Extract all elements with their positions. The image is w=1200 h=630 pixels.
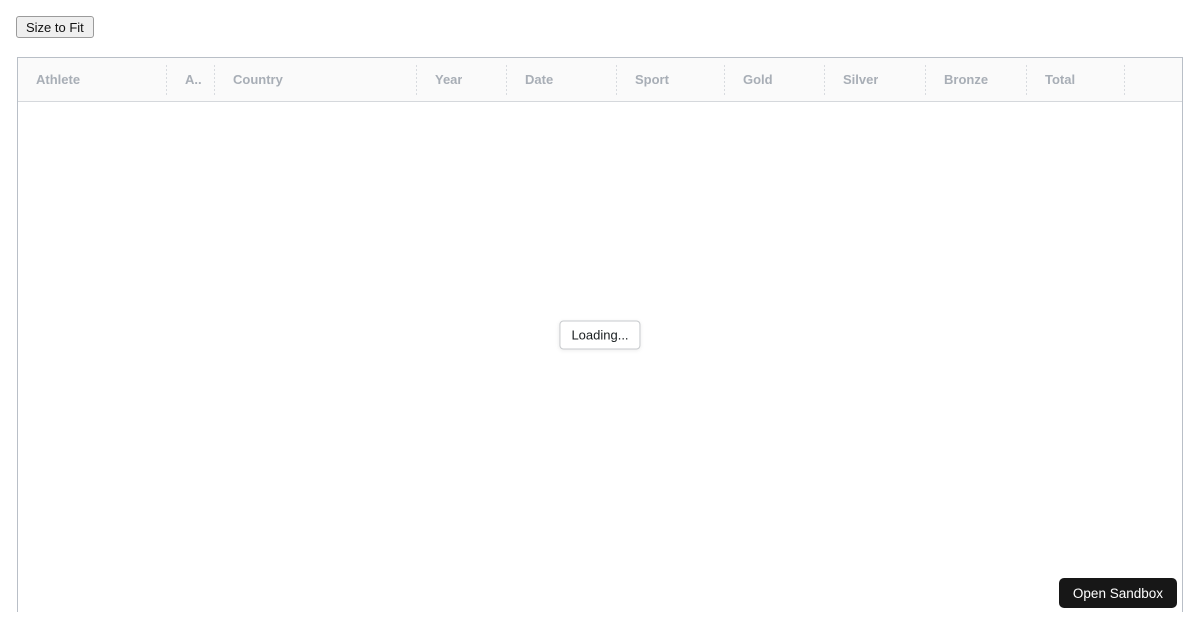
column-header-label: Bronze bbox=[944, 72, 989, 87]
size-to-fit-button[interactable]: Size to Fit bbox=[16, 16, 94, 38]
column-header-sport[interactable]: Sport bbox=[617, 58, 725, 101]
column-header-label: Silver bbox=[843, 72, 879, 87]
column-header-country[interactable]: Country bbox=[215, 58, 417, 101]
column-header-label: Year bbox=[435, 72, 463, 87]
column-header-label: A.. bbox=[185, 72, 202, 87]
loading-label: Loading... bbox=[571, 327, 629, 342]
column-header-label: Country bbox=[233, 72, 283, 87]
grid-header-row: Athlete A.. Country Year Date Sport Gold bbox=[18, 58, 1182, 102]
column-header-bronze[interactable]: Bronze bbox=[926, 58, 1027, 101]
open-sandbox-button[interactable]: Open Sandbox bbox=[1058, 578, 1177, 608]
column-header-silver[interactable]: Silver bbox=[825, 58, 926, 101]
loading-overlay: Loading... bbox=[559, 320, 641, 349]
column-header-date[interactable]: Date bbox=[507, 58, 617, 101]
column-header-label: Date bbox=[525, 72, 554, 87]
column-header-athlete[interactable]: Athlete bbox=[18, 58, 167, 101]
column-header-age[interactable]: A.. bbox=[167, 58, 215, 101]
column-header-label: Total bbox=[1045, 72, 1076, 87]
grid-body bbox=[18, 102, 1182, 612]
data-grid: Athlete A.. Country Year Date Sport Gold bbox=[17, 57, 1183, 612]
column-header-total[interactable]: Total bbox=[1027, 58, 1125, 101]
column-header-gold[interactable]: Gold bbox=[725, 58, 825, 101]
column-header-label: Athlete bbox=[36, 72, 81, 87]
column-header-year[interactable]: Year bbox=[417, 58, 507, 101]
column-header-label: Gold bbox=[743, 72, 773, 87]
column-header-label: Sport bbox=[635, 72, 669, 87]
column-header-filler bbox=[1125, 58, 1182, 101]
